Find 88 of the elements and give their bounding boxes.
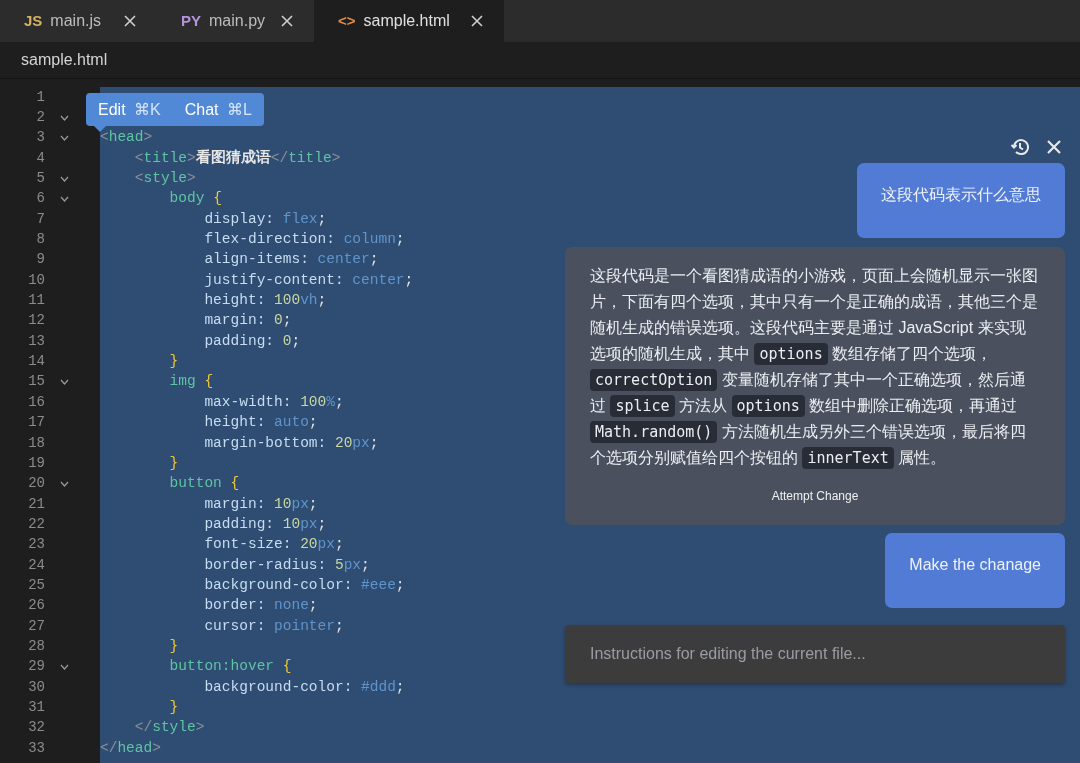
code-line: </style> bbox=[133, 719, 205, 737]
attempt-change-link[interactable]: Attempt Change bbox=[771, 487, 859, 505]
user-message: 这段代码表示什么意思 bbox=[857, 163, 1065, 238]
line-number: 19 bbox=[27, 453, 45, 473]
file-type-icon: <> bbox=[338, 9, 356, 33]
line-number: 12 bbox=[27, 311, 45, 331]
code-line: } bbox=[168, 637, 179, 655]
line-number: 26 bbox=[27, 596, 45, 616]
line-number: 33 bbox=[27, 738, 45, 758]
close-icon[interactable] bbox=[470, 14, 484, 28]
code-line: button { bbox=[168, 475, 240, 493]
line-number: 23 bbox=[27, 535, 45, 555]
popup-option[interactable]: Chat ⌘L bbox=[184, 97, 252, 122]
line-number: 31 bbox=[27, 698, 45, 717]
chevron-icon[interactable] bbox=[60, 379, 69, 385]
editor-tab[interactable]: <> sample.html bbox=[314, 0, 504, 42]
line-number: 24 bbox=[27, 555, 45, 575]
close-icon[interactable] bbox=[123, 14, 137, 28]
popup-option[interactable]: Edit ⌘K bbox=[98, 97, 161, 122]
line-number: 16 bbox=[27, 392, 45, 412]
chevron-icon[interactable] bbox=[60, 114, 69, 121]
code-line: font-size: 20px; bbox=[203, 536, 344, 554]
line-number: 2 bbox=[35, 108, 45, 127]
code-line: </head> bbox=[100, 739, 161, 757]
code-line: <head> bbox=[100, 129, 153, 147]
code-line: margin: 0; bbox=[203, 312, 292, 330]
chevron-icon[interactable] bbox=[60, 175, 69, 182]
answer-text: 这段代码是一个看图猜成语的小游戏，页面上会随机显示一张图片，下面有四个选项，其中只有一个是正确的成语，其他三个是随机生成的错误选项。这段代码主要是通过 JavaScript 来实现选项的随机生成，其中 options 数组存储了四个选项， correctOption 变量随机存储了其中一个正确选项，然后通过 splice 方法从 options 数组中删除正确选项，再通过 Math.random() 方法随机生成另外三个错误选项，最后将四个选项分别赋值给四个按钮的 innerText 属性。 bbox=[590, 266, 1039, 471]
line-number: 5 bbox=[35, 169, 45, 189]
line-number: 6 bbox=[35, 189, 45, 209]
breadcrumb[interactable]: sample.html bbox=[21, 48, 108, 72]
code-line: background-color: #ddd; bbox=[203, 678, 405, 696]
line-number: 18 bbox=[27, 433, 45, 453]
chevron-icon[interactable] bbox=[60, 663, 69, 670]
line-number: 30 bbox=[27, 677, 45, 697]
code-line: padding: 0; bbox=[203, 332, 301, 350]
file-type-icon: PY bbox=[181, 9, 201, 33]
code-line: height: auto; bbox=[203, 414, 318, 432]
line-number: 15 bbox=[27, 372, 45, 392]
code-line: <title>看图猜成语</title> bbox=[133, 149, 341, 168]
line-number: 7 bbox=[35, 209, 45, 229]
line-number: 29 bbox=[27, 657, 45, 677]
code-line: button:hover { bbox=[168, 658, 292, 676]
user-message: Make the chanage bbox=[885, 533, 1065, 608]
line-number: 20 bbox=[27, 474, 45, 494]
code-line: justify-content: center; bbox=[203, 271, 414, 289]
code-line: } bbox=[168, 699, 179, 716]
code-line: flex-direction: column; bbox=[203, 231, 405, 249]
code-line: img { bbox=[168, 373, 214, 391]
line-number: 28 bbox=[27, 636, 45, 656]
line-number: 17 bbox=[27, 413, 45, 433]
code-line: height: 100vh; bbox=[203, 292, 327, 310]
code-line: align-items: center; bbox=[203, 251, 379, 269]
close-icon[interactable] bbox=[1046, 139, 1062, 155]
code-line: } bbox=[168, 353, 179, 371]
line-number: 10 bbox=[27, 270, 45, 290]
line-number: 3 bbox=[35, 128, 45, 148]
code-line: background-color: #eee; bbox=[203, 576, 405, 594]
code-line: body { bbox=[168, 190, 222, 208]
close-icon[interactable] bbox=[280, 14, 294, 28]
code-line: } bbox=[168, 454, 179, 472]
history-icon[interactable] bbox=[1010, 137, 1030, 157]
line-number: 25 bbox=[27, 575, 45, 595]
line-number: 14 bbox=[27, 352, 45, 372]
code-line: <style> bbox=[133, 170, 196, 188]
line-number: 8 bbox=[35, 230, 45, 250]
line-number: 1 bbox=[35, 87, 45, 107]
code-line: max-width: 100%; bbox=[203, 393, 344, 411]
line-number: 22 bbox=[27, 514, 45, 534]
code-line: margin: 10px; bbox=[203, 495, 318, 513]
instruction-input[interactable]: Instructions for editing the current file... bbox=[565, 625, 1065, 683]
code-line: border-radius: 5px; bbox=[203, 556, 370, 574]
line-number: 27 bbox=[27, 616, 45, 636]
line-number: 9 bbox=[35, 250, 45, 270]
code-line: margin-bottom: 20px; bbox=[203, 434, 379, 452]
line-number: 11 bbox=[27, 291, 45, 311]
code-line: display: flex; bbox=[203, 210, 327, 228]
code-line: cursor: pointer; bbox=[203, 617, 344, 635]
line-number: 21 bbox=[27, 494, 45, 514]
code-line: padding: 10px; bbox=[203, 515, 327, 533]
chevron-icon[interactable] bbox=[60, 480, 69, 487]
line-number: 32 bbox=[27, 718, 45, 738]
chevron-icon[interactable] bbox=[60, 195, 69, 202]
file-type-icon: JS bbox=[24, 9, 43, 33]
line-number: 13 bbox=[27, 331, 45, 351]
chevron-icon[interactable] bbox=[60, 134, 69, 141]
code-line: border: none; bbox=[203, 597, 318, 615]
line-number: 4 bbox=[35, 148, 45, 168]
